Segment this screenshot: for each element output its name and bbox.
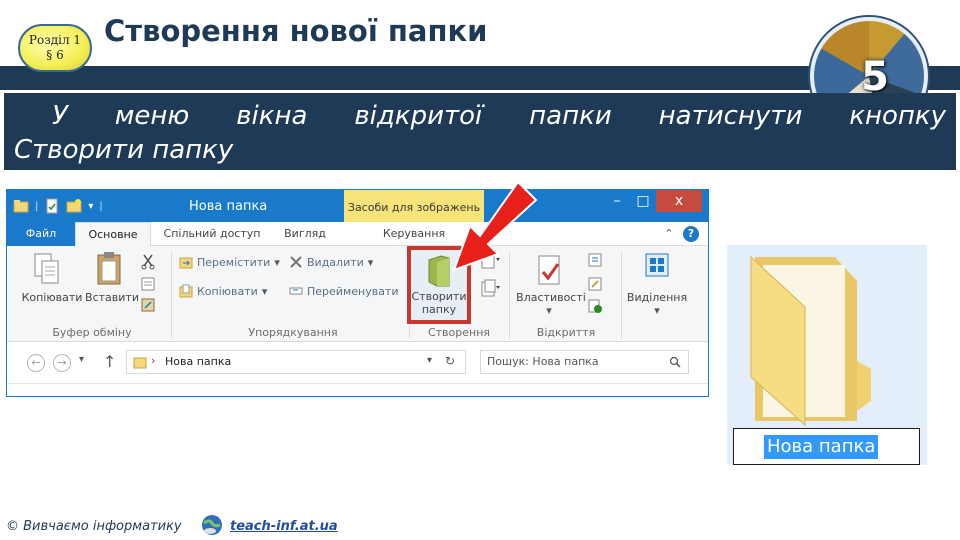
move-icon <box>179 257 193 269</box>
tab-share[interactable]: Спільний доступ <box>157 222 267 246</box>
history-icon[interactable] <box>587 298 603 314</box>
navigation-pane-top <box>7 383 708 396</box>
search-input[interactable]: Пошук: Нова папка <box>480 350 689 374</box>
paragraph-label: § 6 <box>46 48 64 62</box>
copy-button[interactable]: Копіювати <box>21 291 83 304</box>
delete-button[interactable]: Видалити ▾ <box>289 255 373 269</box>
maximize-button[interactable]: □ <box>630 190 656 212</box>
footer-site-link[interactable]: teach-inf.at.ua <box>230 519 338 534</box>
copy-path-icon[interactable] <box>141 277 155 291</box>
select-icon[interactable] <box>644 252 670 278</box>
delete-label: Видалити <box>307 255 364 269</box>
rename-button[interactable]: Перейменувати <box>289 284 399 298</box>
recent-locations-icon[interactable]: ▾ <box>79 354 84 365</box>
address-path: Нова папка <box>165 355 232 368</box>
copy-to-icon <box>179 284 193 298</box>
move-to-label: Перемістити <box>197 255 271 269</box>
back-icon[interactable]: ← <box>27 354 45 372</box>
folder-icon <box>750 255 871 427</box>
open-icon[interactable] <box>587 252 603 268</box>
paste-shortcut-icon[interactable] <box>141 298 155 312</box>
qa-customize-icon[interactable]: ▾ <box>88 201 93 212</box>
instruction-line-2: Створити папку <box>14 135 234 165</box>
select-dropdown-icon[interactable]: ▾ <box>650 304 664 317</box>
properties-dropdown-icon[interactable]: ▾ <box>542 304 556 317</box>
copy-icon[interactable] <box>33 252 61 286</box>
folder-name-selected: Нова папка <box>764 435 879 459</box>
instruction-box: У меню вікна відкритої папки натиснути к… <box>4 93 956 170</box>
refresh-icon[interactable]: ↻ <box>445 354 455 368</box>
cut-icon[interactable] <box>141 254 155 270</box>
ribbon-separator <box>621 252 622 338</box>
select-button[interactable]: Виділення <box>623 291 691 304</box>
address-row: ← → ▾ ↑ › Нова папка ▾ ↻ Пошук: Нова пап… <box>7 342 708 382</box>
section-badge: Розділ 1 § 6 <box>18 24 92 72</box>
folder-name-field[interactable]: Нова папка <box>733 428 920 465</box>
slide-title: Створення нової папки <box>104 14 488 48</box>
group-label-clipboard: Буфер обміну <box>52 326 132 339</box>
edit-icon[interactable] <box>587 276 603 292</box>
folder-icon <box>133 357 147 369</box>
up-icon[interactable]: ↑ <box>103 352 116 371</box>
address-bar[interactable]: › Нова папка ▾ ↻ <box>126 350 466 374</box>
copy-to-button[interactable]: Копіювати ▾ <box>179 284 267 298</box>
search-icon[interactable] <box>669 356 681 368</box>
new-folder-label-1: Створити <box>411 290 467 303</box>
qa-properties-icon[interactable] <box>44 198 60 214</box>
qa-folder-icon[interactable] <box>13 198 29 214</box>
address-dropdown-icon[interactable]: ▾ <box>427 355 432 366</box>
minimize-button[interactable]: – <box>604 190 630 212</box>
forward-icon[interactable]: → <box>53 354 71 372</box>
quick-access-toolbar: | ▾ | <box>13 198 103 214</box>
new-folder-label-2: папку <box>421 303 457 316</box>
ribbon-separator <box>171 252 172 338</box>
window-title: Нова папка <box>189 199 268 214</box>
search-placeholder: Пошук: Нова папка <box>487 355 599 368</box>
tab-view[interactable]: Вигляд <box>275 222 335 246</box>
group-label-open: Відкриття <box>536 326 596 339</box>
instruction-line-1: У меню вікна відкритої папки натиснути к… <box>52 101 946 131</box>
group-label-organize: Упорядкування <box>248 326 338 339</box>
properties-button[interactable]: Властивості <box>513 291 589 304</box>
breadcrumb-chevron-icon[interactable]: › <box>151 354 155 367</box>
section-label: Розділ 1 <box>28 33 82 47</box>
properties-icon[interactable] <box>535 254 567 288</box>
copy-to-label: Копіювати <box>197 284 258 298</box>
globe-icon <box>202 515 222 535</box>
ribbon: Копіювати Вставити Буфер обміну Переміст… <box>7 246 708 342</box>
paste-icon[interactable] <box>95 250 125 286</box>
delete-icon <box>290 256 302 268</box>
pointer-arrow-icon <box>452 182 538 272</box>
qa-separator: | <box>99 200 103 212</box>
group-label-new: Створення <box>427 326 491 339</box>
move-to-button[interactable]: Перемістити ▾ <box>179 255 280 269</box>
help-button[interactable]: ? <box>683 226 699 242</box>
qa-separator: | <box>35 200 39 212</box>
qa-new-folder-icon[interactable] <box>66 198 82 214</box>
ribbon-tabs: Файл Основне Спільний доступ Вигляд Керу… <box>7 222 708 247</box>
tab-home[interactable]: Основне <box>75 222 151 247</box>
close-button[interactable]: x <box>656 190 702 212</box>
tab-file[interactable]: Файл <box>7 222 75 246</box>
title-bar: | ▾ | Нова папка Засоби для зображень – … <box>7 190 708 222</box>
rename-icon <box>289 287 303 295</box>
easy-access-icon[interactable] <box>480 278 502 300</box>
collapse-ribbon-icon[interactable]: ⌃ <box>661 226 677 242</box>
paste-button[interactable]: Вставити <box>85 291 139 304</box>
rename-label: Перейменувати <box>307 284 399 298</box>
footer-copyright: © Вивчаємо інформатику <box>6 519 182 534</box>
explorer-window: | ▾ | Нова папка Засоби для зображень – … <box>6 189 709 397</box>
